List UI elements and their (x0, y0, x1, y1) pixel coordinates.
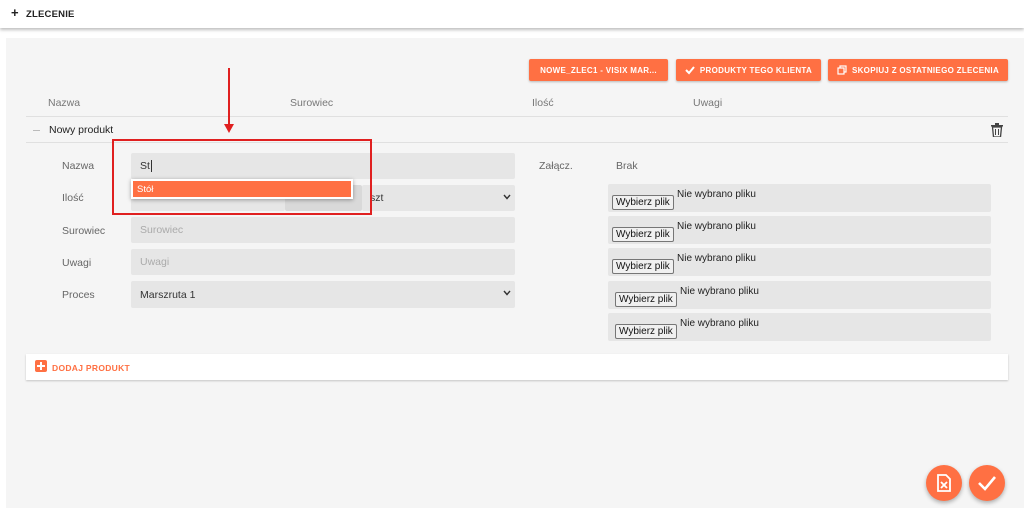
attach-label: Załącz. (539, 160, 573, 172)
divider (26, 116, 1008, 117)
file-status: Nie wybrano pliku (677, 221, 756, 232)
unit-select[interactable]: szt (362, 185, 515, 211)
file-row: Wybierz plik Nie wybrano pliku (608, 216, 991, 244)
unit-select-value: szt (370, 192, 384, 204)
text-caret (150, 160, 152, 172)
add-product-button[interactable]: DODAJ PRODUKT (26, 354, 1008, 380)
check-icon (685, 66, 695, 75)
page-title: ZLECENIE (26, 9, 75, 20)
name-label: Nazwa (62, 160, 95, 172)
delete-order-button[interactable] (926, 465, 962, 501)
process-select-value: Marszruta 1 (140, 288, 196, 301)
column-header-name: Nazwa (48, 97, 81, 109)
product-title: Nowy produkt (49, 124, 114, 136)
file-row: Wybierz plik Nie wybrano pliku (608, 248, 991, 276)
checkmark-icon (978, 476, 996, 491)
material-label: Surowiec (62, 225, 106, 237)
notes-placeholder: Uwagi (140, 256, 170, 268)
autocomplete-dropdown: Stół (131, 179, 353, 199)
top-bar: + ZLECENIE (0, 0, 1024, 28)
notes-input[interactable]: Uwagi (131, 249, 515, 275)
file-status: Nie wybrano pliku (680, 318, 759, 329)
divider (26, 142, 1008, 143)
column-header-qty: Ilość (532, 97, 554, 109)
choose-file-button[interactable]: Wybierz plik (615, 292, 677, 307)
add-square-icon (35, 360, 47, 372)
choose-file-button[interactable]: Wybierz plik (612, 195, 674, 210)
template-button[interactable]: NOWE_ZLEC1 - VISIX MAR... (529, 59, 668, 81)
material-input[interactable]: Surowiec (131, 217, 515, 243)
file-row: Wybierz plik Nie wybrano pliku (608, 281, 991, 309)
material-placeholder: Surowiec (140, 224, 184, 236)
chevron-down-icon (503, 194, 511, 200)
choose-file-button[interactable]: Wybierz plik (612, 227, 674, 242)
product-name-value: St (140, 160, 150, 172)
attach-value: Brak (616, 160, 638, 172)
add-product-label: DODAJ PRODUKT (52, 363, 131, 373)
file-status: Nie wybrano pliku (677, 189, 756, 200)
qty-label: Ilość (62, 192, 84, 204)
copy-icon (837, 65, 847, 75)
chevron-down-icon (503, 290, 511, 296)
trash-icon[interactable] (991, 123, 1003, 137)
notes-label: Uwagi (62, 257, 92, 269)
delete-file-icon (937, 474, 951, 492)
column-header-material: Surowiec (290, 97, 334, 109)
product-name-input[interactable]: St (131, 153, 515, 179)
copy-last-order-button[interactable]: SKOPIUJ Z OSTATNIEGO ZLECENIA (828, 59, 1008, 81)
copy-last-order-label: SKOPIUJ Z OSTATNIEGO ZLECENIA (851, 65, 1000, 75)
choose-file-button[interactable]: Wybierz plik (612, 259, 674, 274)
process-select[interactable]: Marszruta 1 (131, 281, 515, 308)
column-header-notes: Uwagi (693, 97, 723, 109)
template-button-label: NOWE_ZLEC1 - VISIX MAR... (540, 65, 657, 75)
file-status: Nie wybrano pliku (677, 253, 756, 264)
arrow-down-icon (224, 68, 234, 133)
autocomplete-option[interactable]: Stół (133, 181, 351, 197)
process-label: Proces (62, 289, 95, 301)
collapse-toggle[interactable] (33, 130, 40, 131)
client-products-button[interactable]: PRODUKTY TEGO KLIENTA (676, 59, 821, 81)
file-row: Wybierz plik Nie wybrano pliku (608, 184, 991, 212)
plus-icon[interactable]: + (11, 6, 19, 19)
file-status: Nie wybrano pliku (680, 286, 759, 297)
choose-file-button[interactable]: Wybierz plik (615, 324, 677, 339)
file-row: Wybierz plik Nie wybrano pliku (608, 313, 991, 341)
client-products-label: PRODUKTY TEGO KLIENTA (699, 65, 813, 75)
save-order-button[interactable] (969, 465, 1005, 501)
